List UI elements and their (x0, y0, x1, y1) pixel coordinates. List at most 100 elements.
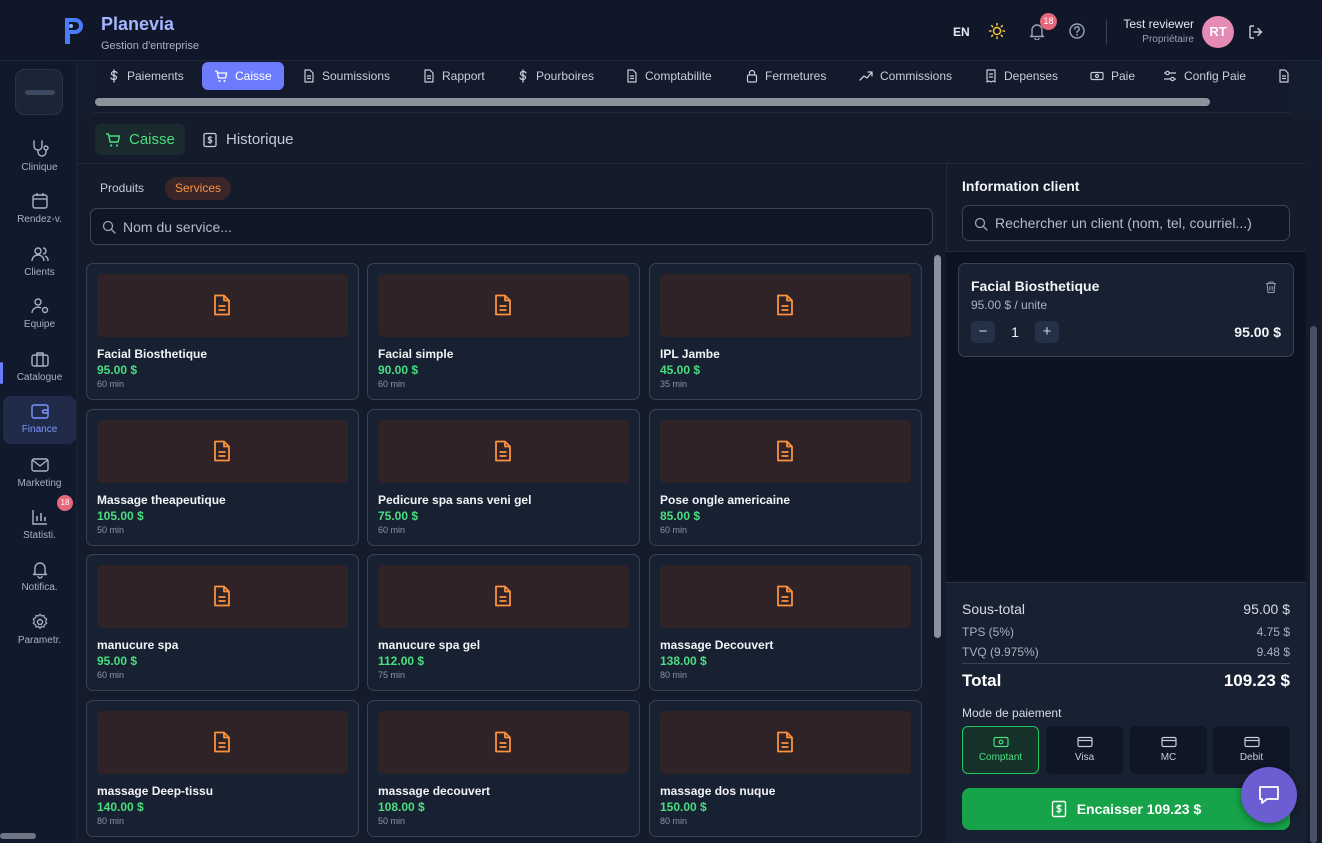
tab-depenses[interactable]: Depenses (980, 62, 1063, 90)
wallet-icon (30, 404, 49, 419)
payment-mc-button[interactable]: MC (1130, 726, 1207, 774)
client-search-input[interactable] (995, 206, 1285, 240)
receipt-icon (986, 69, 996, 83)
service-price: 85.00 $ (660, 509, 701, 523)
service-thumbnail (660, 565, 911, 628)
tvq-row: TVQ (9.975%) 9.48 $ (962, 645, 1290, 659)
service-card[interactable]: massage Deep-tissu 140.00 $ 80 min (86, 700, 359, 837)
sidebar-item-label: Rendez-v. (17, 214, 62, 225)
subtab-historique[interactable]: Historique (192, 124, 304, 155)
service-duration: 60 min (378, 379, 406, 389)
sidebar-item-rendez-vous[interactable]: Rendez-v. (3, 191, 76, 239)
sidebar-item-clients[interactable]: Clients (3, 244, 76, 292)
notification-badge: 18 (1040, 13, 1057, 30)
tab-paie[interactable]: Paie (1085, 62, 1140, 90)
service-card[interactable]: Pedicure spa sans veni gel 75.00 $ 60 mi… (367, 409, 640, 546)
service-duration: 60 min (97, 379, 125, 389)
service-card[interactable]: massage Decouvert 138.00 $ 80 min (649, 554, 922, 691)
subtotal-row: Sous-total 95.00 $ (962, 601, 1290, 617)
service-card[interactable]: massage decouvert 108.00 $ 50 min (367, 700, 640, 837)
tab-label: Config Paie (1184, 69, 1247, 83)
payment-method-label: Debit (1239, 752, 1264, 763)
sidebar-item-finance[interactable]: Finance (3, 396, 76, 444)
sidebar-item-label: Clients (24, 267, 55, 278)
mail-icon (30, 458, 49, 472)
sidebar-item-statistiques[interactable]: Statisti. (3, 507, 76, 555)
credit-card-icon (1160, 736, 1177, 748)
logout-icon[interactable] (1248, 24, 1264, 40)
service-card[interactable]: Massage theapeutique 105.00 $ 50 min (86, 409, 359, 546)
service-card[interactable]: massage dos nuque 150.00 $ 80 min (649, 700, 922, 837)
app-title: Planevia (101, 14, 175, 34)
users-icon (30, 247, 49, 262)
sidebar-scrollbar[interactable] (0, 833, 36, 839)
chat-support-button[interactable] (1241, 767, 1297, 823)
organization-logo[interactable] (15, 69, 63, 115)
service-search-input[interactable] (123, 209, 913, 244)
service-thumbnail (378, 420, 629, 483)
tab-config-paie[interactable]: Config Paie (1158, 62, 1251, 90)
service-card[interactable]: manucure spa gel 112.00 $ 75 min (367, 554, 640, 691)
file-icon (424, 69, 434, 83)
cart-item-quantity: 1 (1011, 324, 1019, 340)
tab-produits[interactable]: Produits (90, 177, 154, 200)
service-duration: 60 min (660, 525, 688, 535)
service-duration: 80 min (97, 816, 125, 826)
tab-bar-scrollbar[interactable] (95, 98, 1210, 106)
avatar[interactable]: RT (1202, 16, 1234, 48)
sidebar-item-label: Marketing (17, 478, 62, 489)
tab-pourboires[interactable]: Pourboires (512, 62, 599, 90)
decrease-quantity-button[interactable]: − (971, 321, 995, 343)
help-icon[interactable] (1068, 22, 1086, 40)
tab-more[interactable] (1274, 62, 1294, 90)
cart-panel-scrollbar[interactable] (1310, 326, 1317, 843)
service-card[interactable]: manucure spa 95.00 $ 60 min (86, 554, 359, 691)
payment-debit-button[interactable]: Debit (1213, 726, 1290, 774)
user-name: Test reviewer (1123, 17, 1194, 31)
sidebar-item-notifications[interactable]: Notifica. (3, 559, 76, 607)
service-card[interactable]: Pose ongle americaine 85.00 $ 60 min (649, 409, 922, 546)
service-price: 112.00 $ (378, 654, 425, 668)
trash-icon[interactable] (1264, 280, 1278, 294)
tab-fermetures[interactable]: Fermetures (741, 62, 831, 90)
tab-label: Paie (1111, 69, 1136, 83)
service-card[interactable]: IPL Jambe 45.00 $ 35 min (649, 263, 922, 400)
increase-quantity-button[interactable]: + (1035, 321, 1059, 343)
sidebar-item-parametres[interactable]: Parametr. (3, 612, 76, 660)
sidebar-item-clinique[interactable]: Clinique (3, 139, 76, 187)
service-card[interactable]: Facial simple 90.00 $ 60 min (367, 263, 640, 400)
sun-icon[interactable] (988, 22, 1006, 40)
tab-comptabilite[interactable]: Comptabilite (621, 62, 717, 90)
service-thumbnail (378, 711, 629, 774)
tab-label: Comptabilite (645, 69, 712, 83)
cart-item-unit-price: 95.00 $ / unite (971, 298, 1048, 312)
service-thumbnail (97, 420, 348, 483)
tab-label: Pourboires (536, 69, 595, 83)
catalog-scrollbar[interactable] (934, 255, 941, 638)
file-icon (304, 69, 314, 83)
totals-divider (962, 663, 1290, 664)
payment-method-label: MC (1160, 752, 1177, 763)
sidebar-notification-badge: 18 (57, 495, 73, 511)
tab-soumissions[interactable]: Soumissions (298, 62, 395, 90)
payment-cash-button[interactable]: Comptant (962, 726, 1039, 774)
tab-commissions[interactable]: Commissions (854, 62, 957, 90)
total-row: Total 109.23 $ (962, 671, 1290, 691)
tps-label: TPS (5%) (962, 625, 1015, 639)
sidebar-item-label: Finance (21, 424, 58, 435)
total-label: Total (962, 671, 1002, 690)
tab-paiements[interactable]: Paiements (103, 62, 189, 90)
payment-visa-button[interactable]: Visa (1046, 726, 1123, 774)
language-toggle[interactable]: EN (953, 25, 970, 39)
document-icon (777, 731, 793, 753)
bar-chart-icon (31, 510, 47, 525)
sidebar-item-equipe[interactable]: Equipe (3, 296, 76, 344)
stethoscope-icon (32, 140, 49, 157)
tab-services[interactable]: Services (165, 177, 232, 200)
sidebar-item-catalogue[interactable]: Catalogue (3, 349, 76, 397)
tab-rapport[interactable]: Rapport (418, 62, 490, 90)
tab-caisse[interactable]: Caisse (202, 62, 284, 90)
service-card[interactable]: Facial Biosthetique 95.00 $ 60 min (86, 263, 359, 400)
service-price: 45.00 $ (660, 363, 701, 377)
subtab-caisse[interactable]: Caisse (95, 124, 185, 155)
